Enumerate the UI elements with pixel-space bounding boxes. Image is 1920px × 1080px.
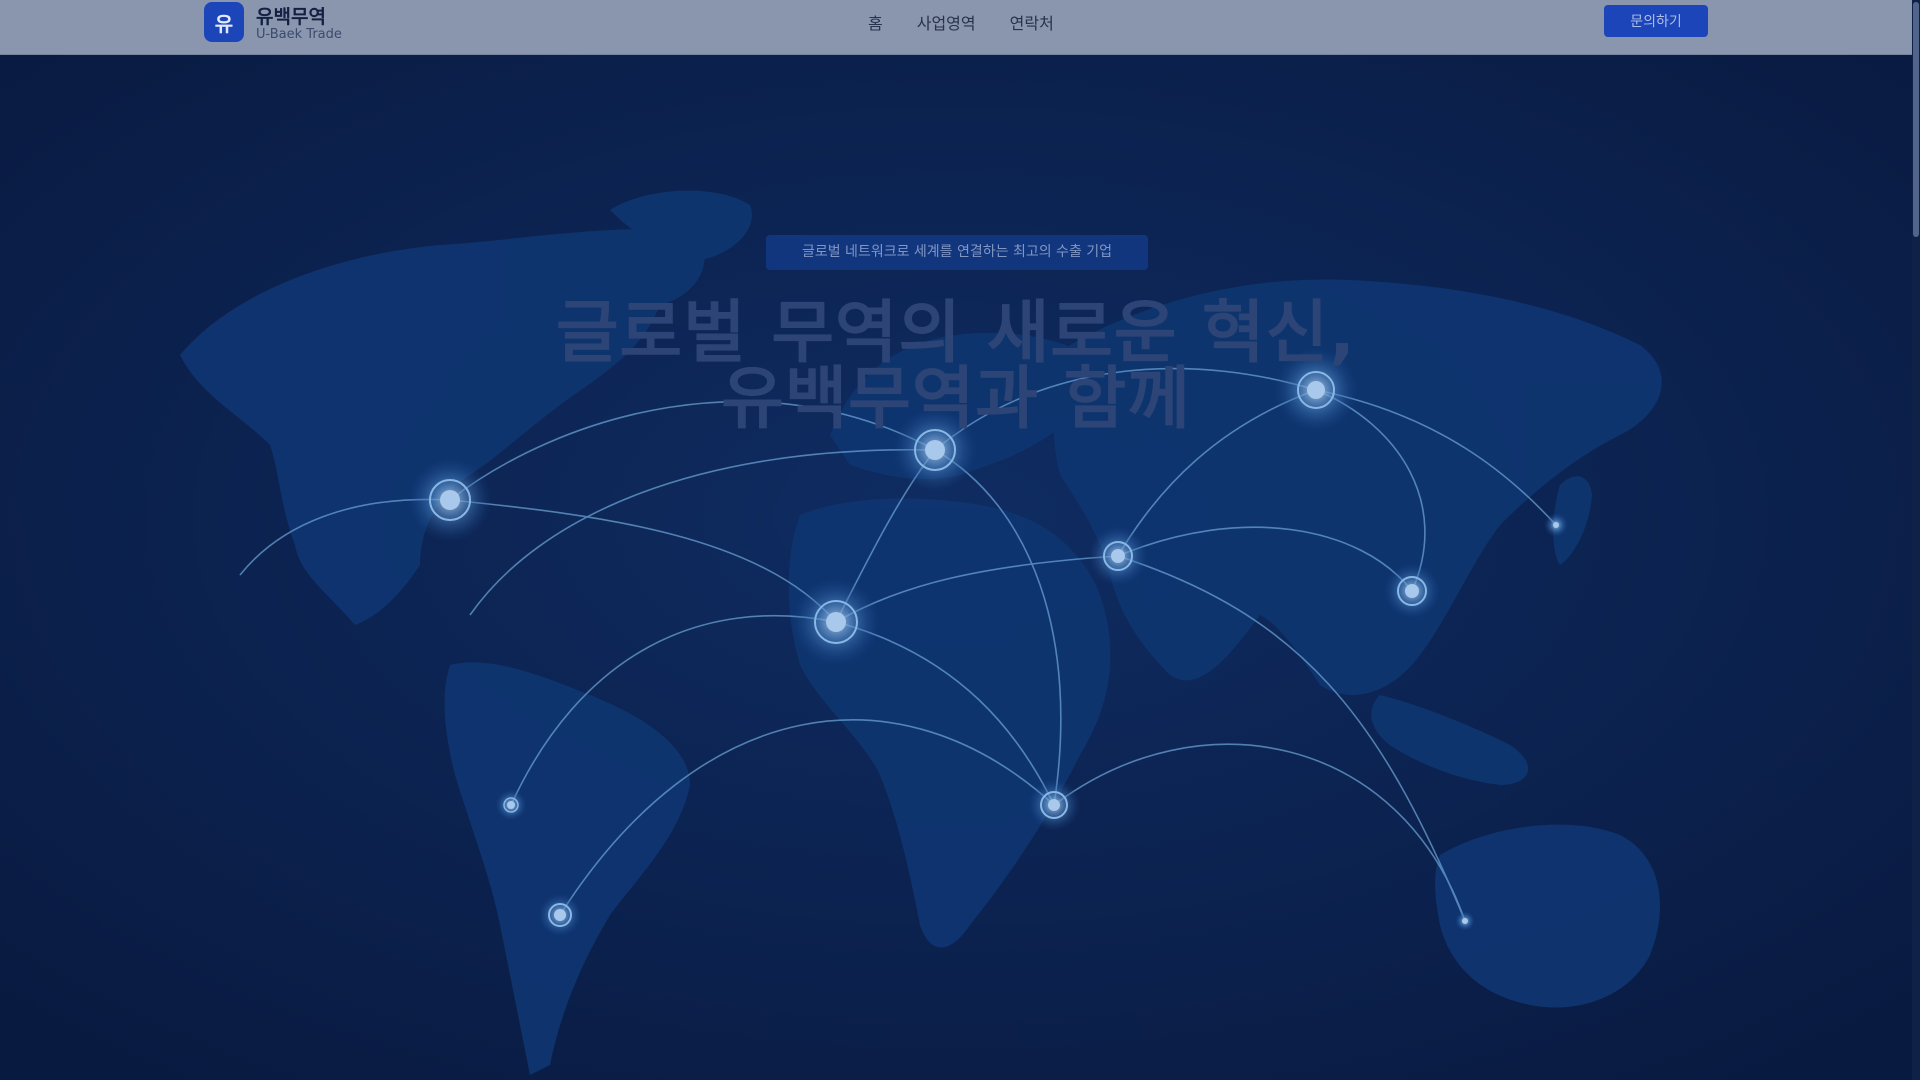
hero-badge: 글로벌 네트워크로 세계를 연결하는 최고의 수출 기업	[766, 235, 1148, 270]
page-scrollbar[interactable]	[1912, 0, 1920, 1080]
hero-title: 글로벌 무역의 새로운 혁신, 유백무역과 함께	[456, 300, 1456, 434]
network-hub-icon	[1028, 779, 1080, 831]
network-hub-icon	[538, 893, 582, 937]
world-network-map	[0, 55, 1912, 1080]
nav-item-business[interactable]: 사업영역	[917, 10, 976, 34]
network-hub-icon	[495, 789, 527, 821]
nav-item-contact[interactable]: 연락처	[1010, 10, 1054, 34]
network-hub-icon	[1384, 563, 1440, 619]
network-hub-icon	[792, 578, 880, 666]
page: 유 유백무역 U-Baek Trade 홈 사업영역 연락처 문의하기 글로벌 …	[0, 0, 1912, 1080]
network-hub-icon	[1088, 526, 1148, 586]
top-navigation-bar: 유 유백무역 U-Baek Trade 홈 사업영역 연락처 문의하기	[0, 0, 1912, 55]
network-hub-icon	[408, 458, 492, 542]
main-nav: 홈 사업영역 연락처	[868, 10, 1054, 34]
nav-item-home[interactable]: 홈	[868, 10, 883, 34]
network-hub-icon	[1544, 513, 1568, 537]
scrollbar-thumb[interactable]	[1913, 2, 1919, 237]
brand-name[interactable]: 유백무역	[256, 2, 326, 29]
brand-subtitle: U-Baek Trade	[256, 27, 342, 42]
logo-badge-icon[interactable]: 유	[204, 2, 244, 42]
hero-title-line-2: 유백무역과 함께	[721, 360, 1191, 439]
inquiry-button[interactable]: 문의하기	[1604, 5, 1708, 37]
network-hub-icon	[1455, 911, 1475, 931]
hero-section: 글로벌 네트워크로 세계를 연결하는 최고의 수출 기업 글로벌 무역의 새로운…	[0, 55, 1912, 1080]
